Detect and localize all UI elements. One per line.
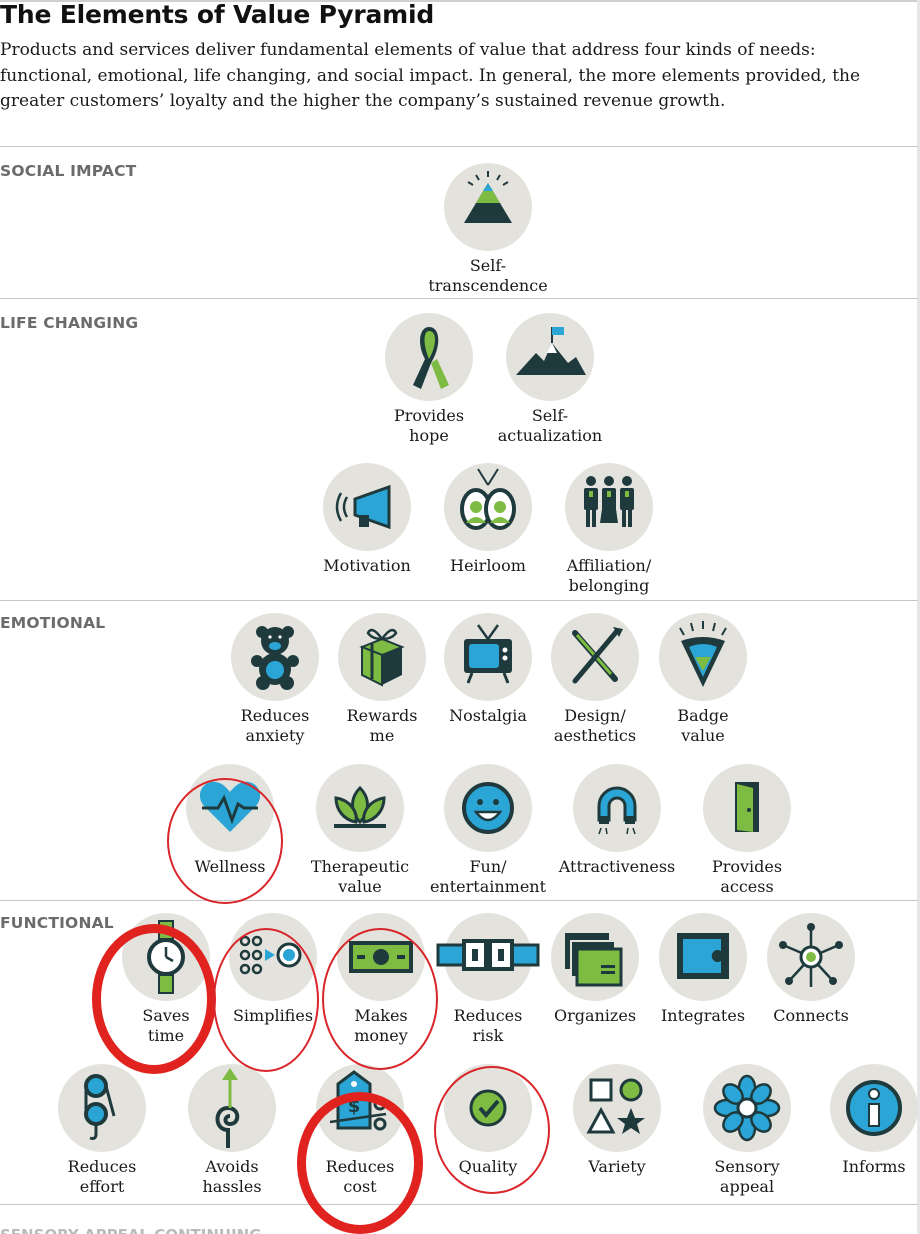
element-self-transcendence: Self- transcendence xyxy=(418,163,558,296)
highlight-circle-reduces-cost xyxy=(297,1092,423,1234)
element-affiliation-belonging: Affiliation/ belonging xyxy=(539,463,679,596)
info-icon xyxy=(830,1064,918,1152)
element-label: Reduces effort xyxy=(67,1157,137,1196)
mountain-flag-icon xyxy=(506,313,594,401)
intro-paragraph: Products and services deliver fundamenta… xyxy=(0,40,861,111)
element-label: Connects xyxy=(773,1006,849,1025)
section-label-emotional: EMOTIONAL xyxy=(0,614,106,632)
element-self-actualization: Self- actualization xyxy=(480,313,620,446)
people-group-icon xyxy=(565,463,653,551)
spiral-arrow-icon xyxy=(188,1064,276,1152)
element-label: Fun/ entertainment xyxy=(429,857,547,896)
section-label-social-impact: SOCIAL IMPACT xyxy=(0,162,137,180)
element-variety: Variety xyxy=(547,1064,687,1177)
section-label-life-changing: LIFE CHANGING xyxy=(0,314,139,332)
element-label: Provides access xyxy=(711,857,783,896)
gift-icon xyxy=(338,613,426,701)
element-label: Informs xyxy=(842,1157,906,1176)
section-divider xyxy=(0,298,918,299)
element-badge-value: Badge value xyxy=(633,613,773,746)
element-label: Affiliation/ belonging xyxy=(566,556,652,595)
element-sensory-appeal: Sensory appeal xyxy=(677,1064,817,1197)
element-label: Self- actualization xyxy=(497,406,603,445)
folders-icon xyxy=(551,913,639,1001)
element-label: Therapeutic value xyxy=(310,857,410,896)
smiley-icon xyxy=(444,764,532,852)
ribbon-icon xyxy=(385,313,473,401)
element-label: Heirloom xyxy=(450,556,526,575)
highlight-circle-simplifies xyxy=(213,928,319,1072)
highlight-circle-saves-time xyxy=(92,924,216,1074)
highlight-circle-wellness xyxy=(167,778,283,904)
puzzle-icon xyxy=(659,913,747,1001)
element-label: Sensory appeal xyxy=(714,1157,780,1196)
highlight-circle-quality xyxy=(434,1066,550,1194)
element-fun-entertainment: Fun/ entertainment xyxy=(418,764,558,897)
section-divider xyxy=(0,146,918,147)
badge-icon xyxy=(659,613,747,701)
element-attractiveness: Attractiveness xyxy=(547,764,687,877)
teddy-bear-icon xyxy=(231,613,319,701)
tv-icon xyxy=(444,613,532,701)
element-provides-access: Provides access xyxy=(677,764,817,897)
next-section-label-cut-off: SENSORY APPEAL CONTINUING xyxy=(0,1226,262,1234)
megaphone-icon xyxy=(323,463,411,551)
element-therapeutic-value: Therapeutic value xyxy=(290,764,430,897)
section-divider xyxy=(0,1204,918,1205)
magnet-icon xyxy=(573,764,661,852)
element-reduces-effort: Reduces effort xyxy=(32,1064,172,1197)
door-icon xyxy=(703,764,791,852)
element-label: Attractiveness xyxy=(558,857,676,876)
section-divider xyxy=(0,600,918,601)
seatbelt-icon xyxy=(436,913,540,1001)
pulley-icon xyxy=(58,1064,146,1152)
element-informs: Informs xyxy=(804,1064,920,1177)
shapes-icon xyxy=(573,1064,661,1152)
mountain-sun-icon xyxy=(444,163,532,251)
element-label: Provides hope xyxy=(393,406,465,445)
portraits-icon xyxy=(444,463,532,551)
pencil-brush-icon xyxy=(551,613,639,701)
element-heirloom: Heirloom xyxy=(418,463,558,576)
network-hub-icon xyxy=(767,913,855,1001)
highlight-circle-makes-money xyxy=(322,928,438,1070)
element-motivation: Motivation xyxy=(297,463,437,576)
element-label: Badge value xyxy=(677,706,729,745)
element-label: Variety xyxy=(588,1157,646,1176)
element-label: Self- transcendence xyxy=(428,256,548,295)
page-title: The Elements of Value Pyramid xyxy=(0,0,435,29)
lotus-icon xyxy=(316,764,404,852)
element-connects: Connects xyxy=(741,913,881,1026)
element-label: Motivation xyxy=(323,556,411,575)
section-divider xyxy=(0,900,918,901)
element-provides-hope: Provides hope xyxy=(359,313,499,446)
element-avoids-hassles: Avoids hassles xyxy=(162,1064,302,1197)
element-label: Avoids hassles xyxy=(202,1157,262,1196)
flower-icon xyxy=(703,1064,791,1152)
